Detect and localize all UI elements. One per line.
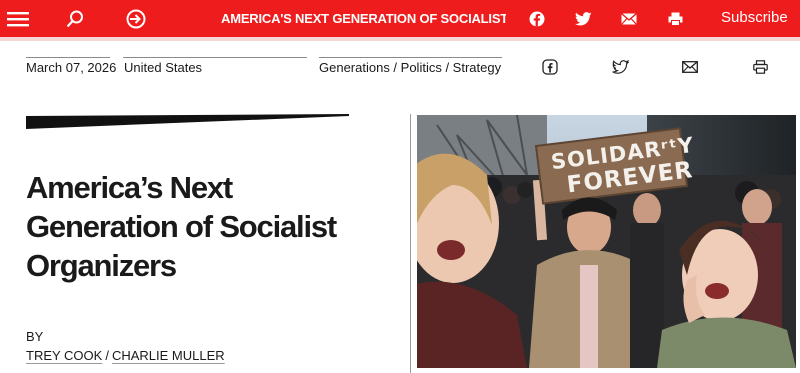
- print-icon[interactable]: [751, 58, 769, 76]
- location-link[interactable]: United States: [124, 60, 202, 75]
- category-links[interactable]: Generations / Politics / Strategy: [319, 60, 501, 75]
- location-rule: [123, 57, 307, 58]
- publish-date: March 07, 2026: [26, 60, 117, 75]
- author-list: TREY COOK / CHARLIE MULLER: [26, 348, 225, 363]
- twitter-icon[interactable]: [570, 6, 596, 32]
- decorative-wedge-bar: [26, 114, 349, 129]
- print-icon[interactable]: [662, 6, 688, 32]
- facebook-icon[interactable]: [524, 6, 550, 32]
- subscribe-button[interactable]: Subscribe: [721, 9, 788, 26]
- author-link[interactable]: TREY COOK: [26, 348, 102, 363]
- search-icon[interactable]: [62, 6, 88, 32]
- sign-in-icon[interactable]: [123, 6, 149, 32]
- topbar-shadow-rule: [0, 37, 800, 41]
- author-separator: /: [105, 348, 109, 363]
- column-divider: [410, 114, 411, 373]
- author-link[interactable]: CHARLIE MULLER: [112, 348, 225, 363]
- date-rule: [26, 57, 110, 58]
- facebook-icon[interactable]: [541, 58, 559, 76]
- twitter-icon[interactable]: [611, 58, 629, 76]
- hamburger-menu-icon[interactable]: [5, 6, 31, 32]
- article-title-banner[interactable]: AMERICA'S NEXT GENERATION OF SOCIALIST O…: [221, 11, 506, 26]
- email-icon[interactable]: [616, 6, 642, 32]
- email-icon[interactable]: [681, 58, 699, 76]
- hero-photo: SOLIDARʳᵗY FOREVER: [417, 115, 796, 368]
- article-headline: America’s Next Generation of Socialist O…: [26, 170, 337, 283]
- top-nav-bar: AMERICA'S NEXT GENERATION OF SOCIALIST O…: [0, 0, 800, 37]
- byline-label: BY: [26, 329, 44, 344]
- categories-rule: [319, 57, 502, 58]
